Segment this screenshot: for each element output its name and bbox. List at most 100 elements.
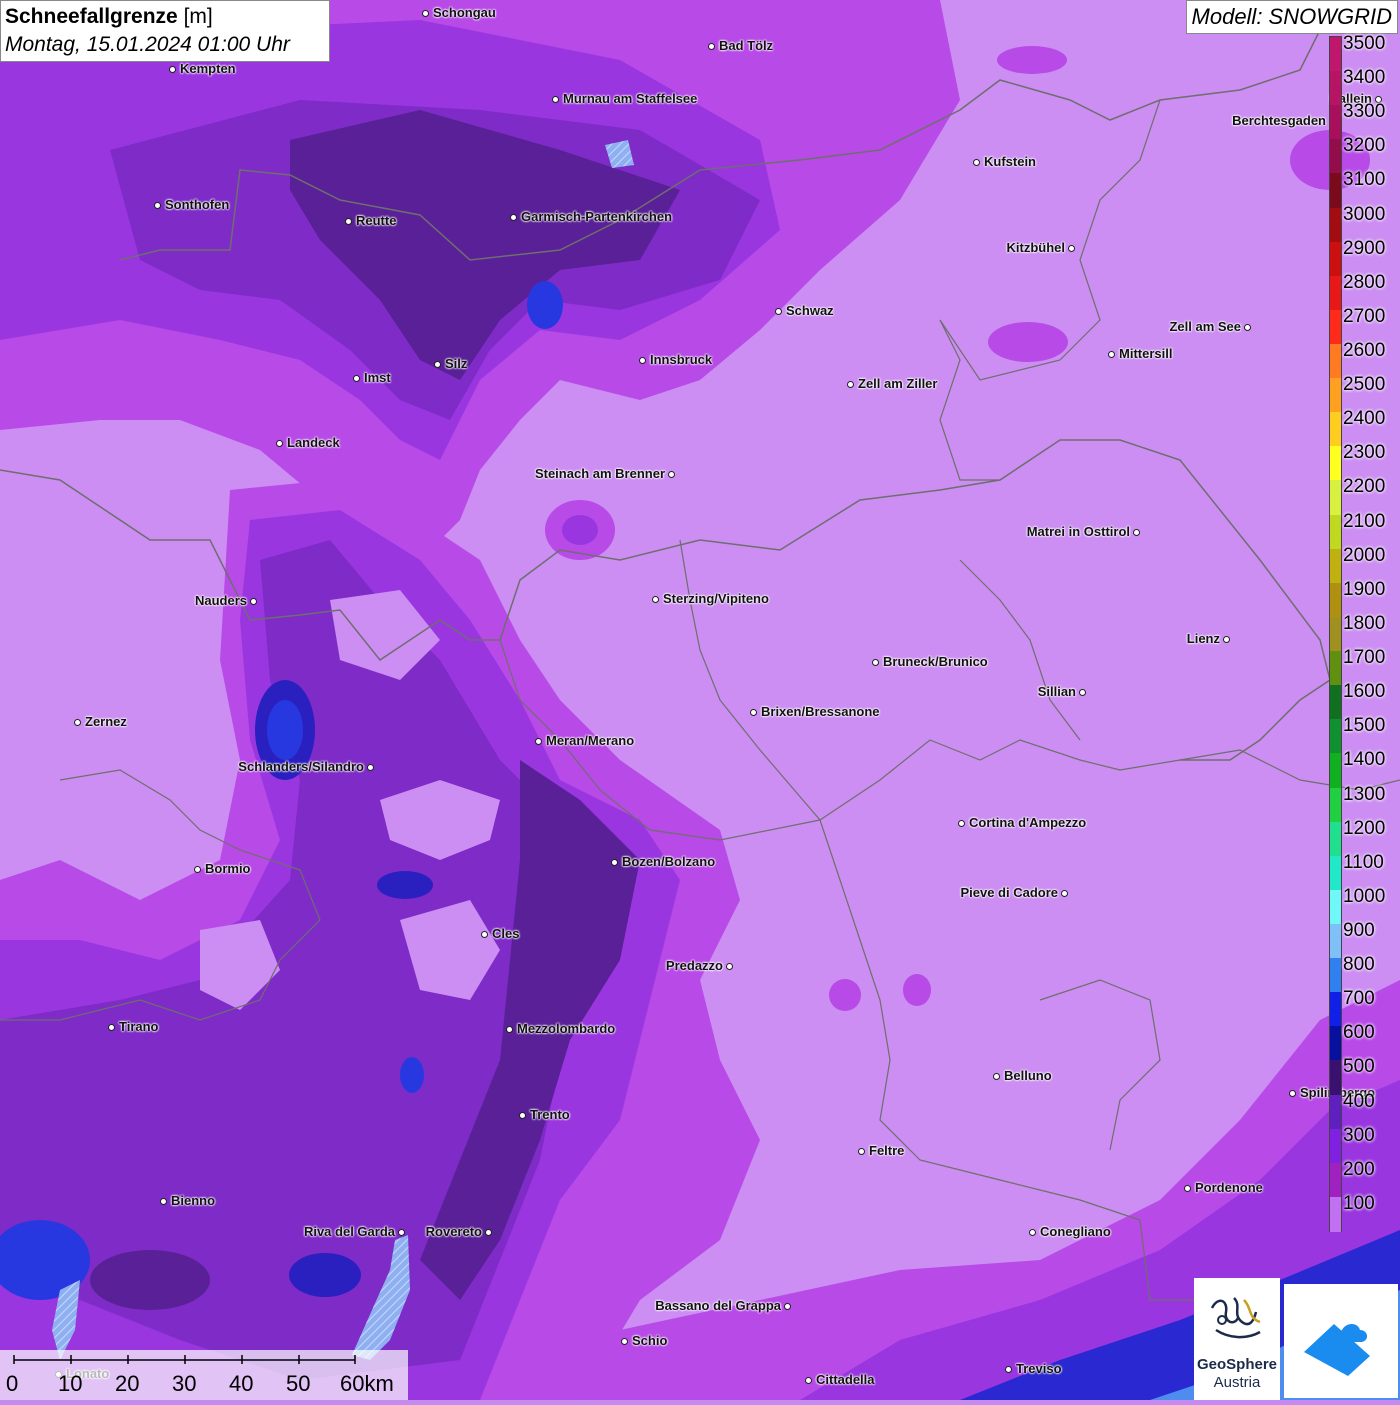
legend-label-400: 400 — [1343, 1090, 1375, 1112]
city-marker-brixen-bressanone[interactable] — [749, 708, 757, 716]
legend-label-2600: 2600 — [1343, 340, 1386, 362]
city-marker-garmisch-partenkirchen[interactable] — [509, 213, 517, 221]
city-marker-bassano-del-grappa[interactable] — [783, 1302, 791, 1310]
city-marker-innsbruck[interactable] — [638, 356, 646, 364]
legend-label-1100: 1100 — [1343, 851, 1384, 873]
legend-swatch-1700 — [1330, 651, 1341, 686]
legend-label-1900: 1900 — [1343, 578, 1386, 600]
app-logo[interactable] — [1284, 1284, 1398, 1398]
legend-label-2700: 2700 — [1343, 305, 1386, 327]
city-marker-conegliano[interactable] — [1028, 1228, 1036, 1236]
city-marker-landeck[interactable] — [275, 439, 283, 447]
legend-label-2800: 2800 — [1343, 271, 1386, 293]
city-marker-kitzb-hel[interactable] — [1067, 244, 1075, 252]
city-marker-bormio[interactable] — [193, 865, 201, 873]
legend-label-300: 300 — [1343, 1124, 1375, 1146]
city-marker-zell-am-see[interactable] — [1243, 323, 1251, 331]
city-label-bruneck-brunico: Bruneck/Brunico — [883, 654, 988, 669]
city-label-zell-am-see: Zell am See — [1169, 319, 1241, 334]
legend-label-2500: 2500 — [1343, 374, 1386, 396]
city-marker-mezzolombardo[interactable] — [505, 1025, 513, 1033]
city-marker-sterzing-vipiteno[interactable] — [651, 595, 659, 603]
city-marker-cles[interactable] — [480, 930, 488, 938]
legend-swatch-600 — [1330, 1026, 1341, 1062]
legend-label-2400: 2400 — [1343, 408, 1386, 430]
city-marker-trento[interactable] — [518, 1111, 526, 1119]
legend-swatch-3000 — [1330, 207, 1341, 243]
city-marker-murnau-am-staffelsee[interactable] — [551, 95, 559, 103]
city-marker-schlanders-silandro[interactable] — [366, 763, 374, 771]
model-label: Modell: SNOWGRID — [1185, 0, 1398, 34]
city-marker-tirano[interactable] — [107, 1023, 115, 1031]
city-marker-zernez[interactable] — [73, 718, 81, 726]
core-600-riva — [289, 1253, 361, 1297]
city-marker-reutte[interactable] — [344, 217, 352, 225]
city-label-kempten: Kempten — [180, 61, 236, 76]
city-label-riva-del-garda: Riva del Garda — [303, 1224, 395, 1239]
city-marker-bozen-bolzano[interactable] — [610, 858, 618, 866]
city-marker-kufstein[interactable] — [972, 158, 980, 166]
city-marker-riva-del-garda[interactable] — [397, 1228, 405, 1236]
city-marker-steinach-am-brenner[interactable] — [667, 470, 675, 478]
city-marker-predazzo[interactable] — [725, 962, 733, 970]
city-marker-meran-merano[interactable] — [534, 737, 542, 745]
city-marker-bruneck-brunico[interactable] — [871, 658, 879, 666]
city-marker-kempten[interactable] — [168, 65, 176, 73]
city-label-landeck: Landeck — [287, 435, 340, 450]
city-marker-lienz[interactable] — [1222, 635, 1230, 643]
legend-swatch-400 — [1330, 1094, 1341, 1130]
city-marker-bad-t-lz[interactable] — [707, 42, 715, 50]
city-marker-nauders[interactable] — [249, 597, 257, 605]
city-marker-mittersill[interactable] — [1107, 350, 1115, 358]
city-marker-belluno[interactable] — [992, 1072, 1000, 1080]
city-marker-matrei-in-osttirol[interactable] — [1132, 528, 1140, 536]
legend-label-3300: 3300 — [1343, 101, 1386, 123]
city-label-tirano: Tirano — [119, 1019, 159, 1034]
city-label-schlanders-silandro: Schlanders/Silandro — [238, 759, 364, 774]
city-marker-pordenone[interactable] — [1183, 1184, 1191, 1192]
title-label: Schneefallgrenze — [5, 5, 178, 28]
legend-label-3200: 3200 — [1343, 135, 1386, 157]
city-label-matrei-in-osttirol: Matrei in Osttirol — [1026, 524, 1130, 539]
city-marker-sonthofen[interactable] — [153, 201, 161, 209]
geosphere-logo[interactable]: GeoSphere Austria — [1194, 1278, 1280, 1400]
legend-swatch-2700 — [1330, 309, 1341, 345]
city-label-pieve-di-cadore: Pieve di Cadore — [960, 885, 1058, 900]
city-marker-spilimbergo[interactable] — [1288, 1089, 1296, 1097]
city-marker-cortina-d-ampezzo[interactable] — [957, 819, 965, 827]
legend-swatch-2900 — [1330, 241, 1341, 277]
city-marker-silz[interactable] — [433, 360, 441, 368]
city-marker-schio[interactable] — [620, 1337, 628, 1345]
city-label-nauders: Nauders — [194, 593, 247, 608]
patch-300-steinach — [562, 515, 598, 545]
scale-label-40: 40 — [229, 1371, 254, 1396]
city-label-garmisch-partenkirchen: Garmisch-Partenkirchen — [521, 209, 673, 224]
legend-label-600: 600 — [1343, 1022, 1375, 1044]
legend-swatch-500 — [1330, 1060, 1341, 1096]
city-marker-rovereto[interactable] — [484, 1228, 492, 1236]
core-600-mezzo — [400, 1057, 424, 1093]
city-marker-cittadella[interactable] — [804, 1376, 812, 1384]
city-marker-schwaz[interactable] — [774, 307, 782, 315]
legend-swatch-2600 — [1330, 344, 1341, 379]
legend-label-3100: 3100 — [1343, 169, 1386, 191]
city-marker-pieve-di-cadore[interactable] — [1060, 889, 1068, 897]
city-marker-treviso[interactable] — [1004, 1365, 1012, 1373]
map-title: Schneefallgrenze [m] — [5, 3, 325, 31]
legend-label-3000: 3000 — [1343, 203, 1386, 225]
scale-label-0: 0 — [6, 1371, 19, 1396]
legend-swatch-300 — [1330, 1128, 1341, 1164]
scale-label-50: 50 — [286, 1371, 311, 1396]
city-label-brixen-bressanone: Brixen/Bressanone — [761, 704, 880, 719]
city-marker-schongau[interactable] — [421, 9, 429, 17]
city-marker-feltre[interactable] — [857, 1147, 865, 1155]
city-marker-imst[interactable] — [352, 374, 360, 382]
city-label-treviso: Treviso — [1016, 1361, 1062, 1376]
color-legend-bar — [1329, 36, 1342, 1232]
legend-label-2000: 2000 — [1343, 544, 1386, 566]
city-label-bormio: Bormio — [205, 861, 251, 876]
city-marker-bienno[interactable] — [159, 1197, 167, 1205]
city-marker-zell-am-ziller[interactable] — [846, 380, 854, 388]
city-marker-sillian[interactable] — [1078, 688, 1086, 696]
core-600-garmisch — [527, 281, 563, 329]
